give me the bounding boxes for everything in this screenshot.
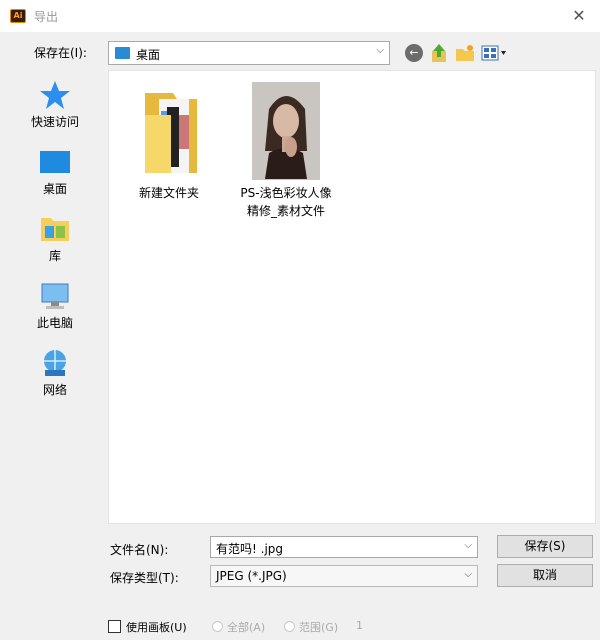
savein-dropdown[interactable]: 桌面 ⌵ (108, 41, 390, 65)
place-label: 此电脑 (36, 316, 73, 330)
use-artboards-label: 使用画板(U) (126, 621, 187, 634)
place-this-pc[interactable]: 此电脑 (20, 277, 90, 337)
all-radio[interactable] (212, 621, 223, 632)
place-library[interactable]: 库 (20, 210, 90, 270)
artboard-options: 使用画板(U) 全部(A) 范围(G) 1 (108, 618, 408, 636)
savein-label: 保存在(I): (34, 46, 87, 60)
file-name-line-2: 精修_素材文件 (246, 204, 325, 218)
chevron-down-icon[interactable]: ⌵ (376, 45, 384, 56)
range-radio[interactable] (284, 621, 295, 632)
filename-label: 文件名(N): (110, 543, 169, 557)
file-name-line-1: PS-浅色彩妆人像 (240, 186, 332, 200)
view-menu-icon[interactable] (481, 45, 507, 61)
close-icon[interactable]: ✕ (568, 5, 590, 27)
illustrator-app-icon: Ai (10, 9, 26, 23)
file-item-folder[interactable]: 新建文件夹 (123, 85, 215, 202)
savein-value: 桌面 (136, 48, 161, 62)
portrait-thumbnail (252, 82, 320, 180)
use-artboards-checkbox[interactable] (108, 620, 121, 633)
up-folder-icon[interactable] (430, 43, 448, 63)
library-icon (41, 218, 69, 241)
save-button[interactable]: 保存(S) (497, 535, 593, 558)
place-quick-access[interactable]: 快速访问 (20, 76, 90, 136)
file-item-image[interactable]: PS-浅色彩妆人像 精修_素材文件 (231, 81, 341, 220)
filename-input[interactable]: 有范吗! .jpg ⌵ (210, 536, 478, 558)
range-value: 1 (356, 619, 363, 632)
places-bar: 快速访问 桌面 库 此电脑 网络 (20, 72, 90, 412)
new-folder-icon[interactable] (455, 44, 475, 62)
range-label: 范围(G) (299, 621, 339, 634)
filetype-label: 保存类型(T): (110, 571, 179, 585)
filetype-select[interactable]: JPEG (*.JPG) ⌵ (210, 565, 478, 587)
place-label: 桌面 (42, 182, 67, 196)
filename-value: 有范吗! .jpg (216, 542, 284, 556)
cancel-button[interactable]: 取消 (497, 564, 593, 587)
filetype-value: JPEG (*.JPG) (216, 569, 287, 583)
star-icon (40, 81, 70, 109)
place-network[interactable]: 网络 (20, 344, 90, 404)
all-label: 全部(A) (227, 621, 266, 634)
file-name: 新建文件夹 (138, 186, 199, 200)
title-bar: Ai 导出 ✕ (0, 0, 600, 32)
computer-icon (41, 283, 69, 309)
file-list[interactable]: 新建文件夹 PS-浅色彩妆人像 精修_素材文件 (108, 70, 596, 524)
desktop-icon (40, 151, 70, 173)
chevron-down-icon[interactable]: ⌵ (464, 540, 472, 551)
place-label: 快速访问 (30, 115, 79, 129)
desktop-folder-icon (115, 47, 130, 59)
place-label: 库 (48, 249, 61, 263)
chevron-down-icon[interactable]: ⌵ (464, 569, 472, 580)
place-label: 网络 (42, 383, 67, 397)
place-desktop[interactable]: 桌面 (20, 143, 90, 203)
network-icon (44, 350, 66, 376)
folder-icon (145, 93, 197, 173)
window-title: 导出 (34, 10, 59, 24)
back-icon[interactable]: ← (405, 44, 423, 62)
